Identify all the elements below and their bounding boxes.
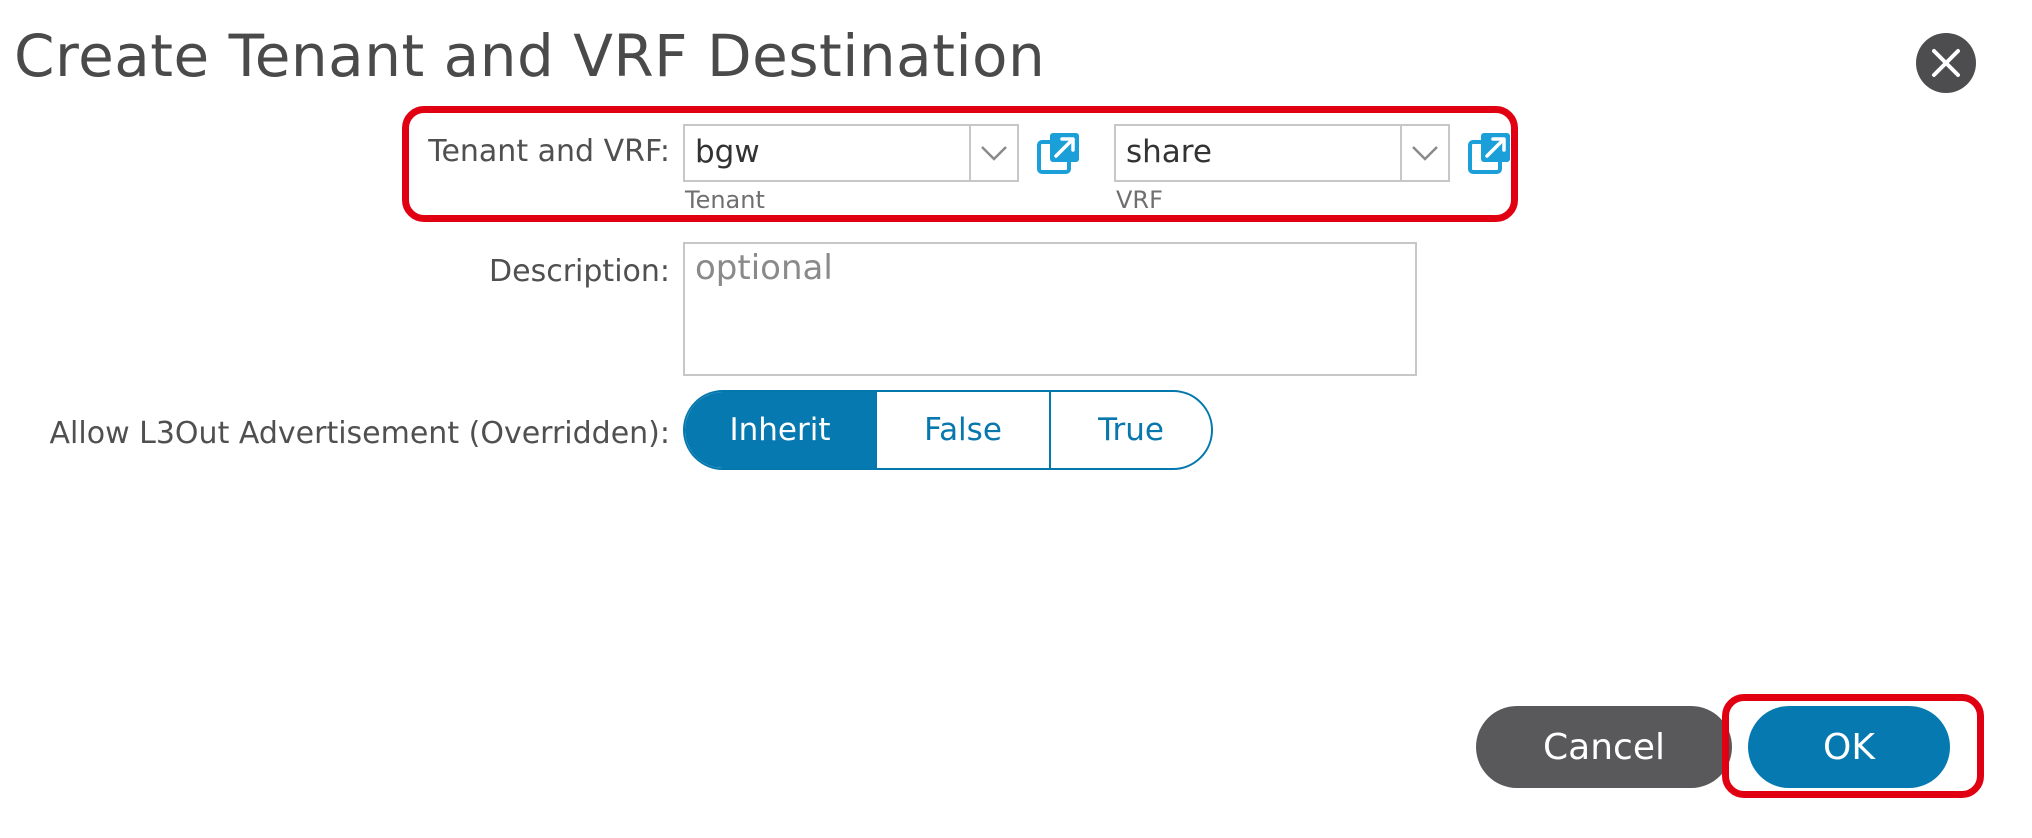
chevron-down-icon bbox=[1412, 146, 1438, 161]
close-button[interactable] bbox=[1916, 33, 1976, 93]
tenant-external-link-icon[interactable] bbox=[1036, 130, 1082, 176]
vrf-dropdown-button[interactable] bbox=[1400, 126, 1448, 180]
tenant-select-value: bgw bbox=[695, 134, 760, 170]
tenant-select[interactable]: bgw bbox=[683, 124, 1019, 182]
tenant-vrf-label: Tenant and VRF: bbox=[428, 134, 670, 169]
dialog-title: Create Tenant and VRF Destination bbox=[14, 22, 1046, 90]
toggle-true[interactable]: True bbox=[1049, 392, 1211, 468]
chevron-down-icon bbox=[981, 146, 1007, 161]
vrf-external-link-icon[interactable] bbox=[1467, 130, 1513, 176]
toggle-inherit[interactable]: Inherit bbox=[685, 392, 875, 468]
vrf-sublabel: VRF bbox=[1116, 186, 1163, 214]
close-icon bbox=[1932, 49, 1960, 77]
cancel-button[interactable]: Cancel bbox=[1476, 706, 1732, 788]
tenant-dropdown-button[interactable] bbox=[969, 126, 1017, 180]
toggle-false[interactable]: False bbox=[875, 392, 1049, 468]
advertisement-label: Allow L3Out Advertisement (Overridden): bbox=[49, 416, 670, 451]
vrf-select[interactable]: share bbox=[1114, 124, 1450, 182]
advertisement-toggle-group: Inherit False True bbox=[683, 390, 1213, 470]
description-label: Description: bbox=[489, 254, 670, 289]
vrf-select-value: share bbox=[1126, 134, 1212, 170]
ok-button[interactable]: OK bbox=[1748, 706, 1950, 788]
tenant-sublabel: Tenant bbox=[685, 186, 765, 214]
description-textarea[interactable] bbox=[683, 242, 1417, 376]
